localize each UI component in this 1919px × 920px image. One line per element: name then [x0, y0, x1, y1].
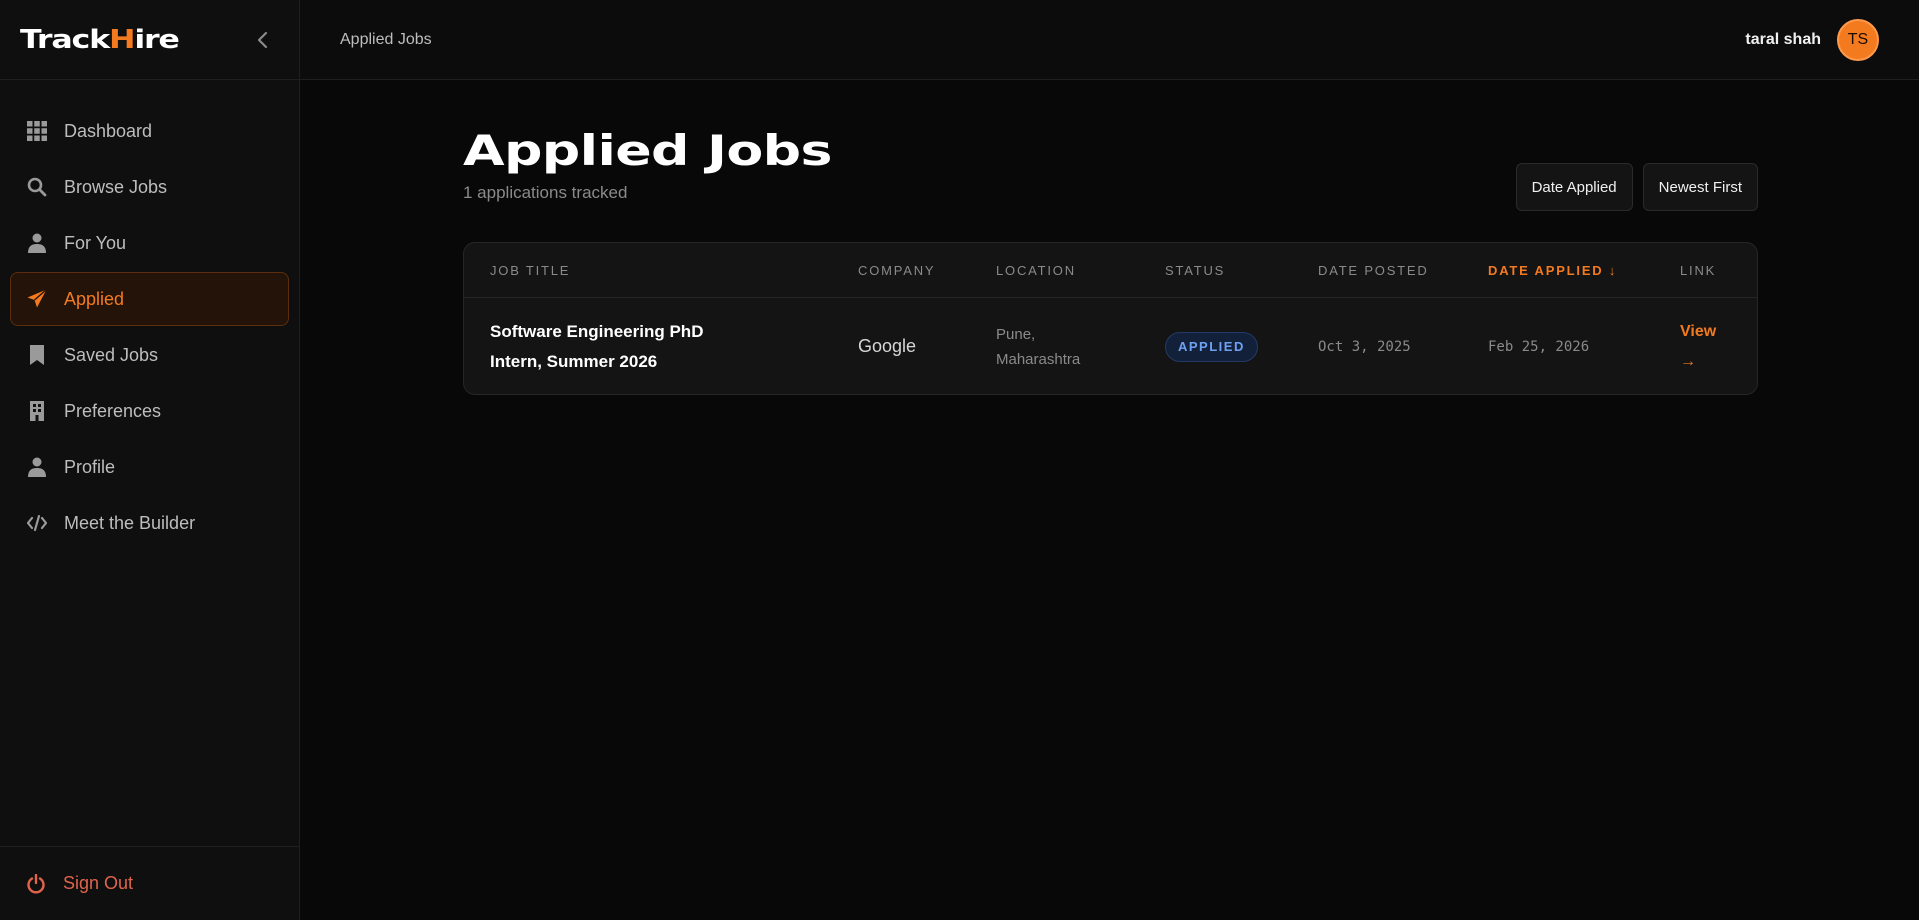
company-name: Google	[858, 336, 917, 356]
building-icon	[26, 400, 48, 422]
sidebar-item-saved-jobs[interactable]: Saved Jobs	[10, 328, 289, 382]
sidebar-item-meet-the-builder[interactable]: Meet the Builder	[10, 496, 289, 550]
sidebar-item-label: Meet the Builder	[64, 512, 196, 533]
sidebar-nav: Dashboard Browse Jobs For You Applied Sa…	[0, 80, 299, 550]
sort-field-button[interactable]: Date Applied	[1515, 163, 1633, 211]
brand-header: TrackHire	[0, 0, 299, 80]
column-header-date-applied[interactable]: DATE APPLIED ↓	[1488, 243, 1617, 298]
search-icon	[26, 176, 48, 198]
column-header-company[interactable]: COMPANY	[858, 243, 935, 298]
column-header-status[interactable]: STATUS	[1165, 243, 1225, 298]
power-icon	[25, 873, 47, 895]
bookmark-icon	[26, 344, 48, 366]
sidebar-item-label: Preferences	[64, 400, 162, 421]
sidebar-item-dashboard[interactable]: Dashboard	[10, 104, 289, 158]
job-location: Pune, Maharashtra	[996, 325, 1081, 368]
code-icon	[26, 512, 48, 534]
sidebar-item-label: Saved Jobs	[64, 344, 159, 365]
sidebar-item-preferences[interactable]: Preferences	[10, 384, 289, 438]
table-row[interactable]: Software Engineering PhD Intern, Summer …	[464, 298, 1757, 394]
chevron-left-icon	[257, 31, 268, 49]
job-title[interactable]: Software Engineering PhD Intern, Summer …	[490, 317, 760, 377]
date-applied: Feb 25, 2026	[1488, 338, 1590, 355]
sidebar-item-browse-jobs[interactable]: Browse Jobs	[10, 160, 289, 214]
date-posted: Oct 3, 2025	[1318, 338, 1411, 355]
sidebar-item-label: Dashboard	[64, 120, 153, 141]
top-bar: Applied Jobs taral shah TS	[300, 0, 1919, 80]
column-header-link: LINK	[1680, 263, 1717, 278]
logo[interactable]: TrackHire	[20, 25, 180, 55]
sidebar-item-for-you[interactable]: For You	[10, 216, 289, 270]
send-icon	[26, 288, 48, 310]
avatar[interactable]: TS	[1837, 18, 1879, 61]
sidebar: TrackHire Dashboard Browse Jobs For You	[0, 0, 300, 920]
status-badge: APPLIED	[1165, 331, 1258, 362]
view-job-link[interactable]: View →	[1680, 317, 1730, 377]
sidebar-item-label: For You	[64, 232, 127, 253]
column-header-job-title[interactable]: JOB TITLE	[490, 243, 570, 298]
column-header-location[interactable]: LOCATION	[996, 243, 1076, 298]
sidebar-item-applied[interactable]: Applied	[10, 272, 289, 326]
sidebar-item-label: Profile	[64, 456, 116, 477]
sidebar-item-label: Applied	[64, 288, 125, 309]
sidebar-item-label: Browse Jobs	[64, 176, 168, 197]
sign-out-label: Sign Out	[63, 873, 134, 893]
collapse-sidebar-button[interactable]	[251, 28, 275, 52]
user-name: taral shah	[1745, 30, 1821, 48]
applied-jobs-table: JOB TITLE COMPANY LOCATION STATUS DATE P…	[463, 242, 1758, 395]
main-content: Applied Jobs 1 applications tracked Date…	[463, 80, 1758, 395]
breadcrumb: Applied Jobs	[340, 30, 432, 48]
person-icon	[26, 456, 48, 478]
column-header-date-posted[interactable]: DATE POSTED	[1318, 243, 1429, 298]
sort-order-button[interactable]: Newest First	[1642, 163, 1758, 211]
page-title: Applied Jobs	[463, 126, 832, 175]
sort-controls: Date Applied Newest First	[1515, 163, 1758, 211]
person-icon	[26, 232, 48, 254]
grid-icon	[26, 120, 48, 142]
sign-out-button[interactable]: Sign Out	[0, 846, 299, 920]
user-menu[interactable]: taral shah TS	[1745, 18, 1879, 61]
sidebar-item-profile[interactable]: Profile	[10, 440, 289, 494]
table-header: JOB TITLE COMPANY LOCATION STATUS DATE P…	[464, 243, 1757, 298]
